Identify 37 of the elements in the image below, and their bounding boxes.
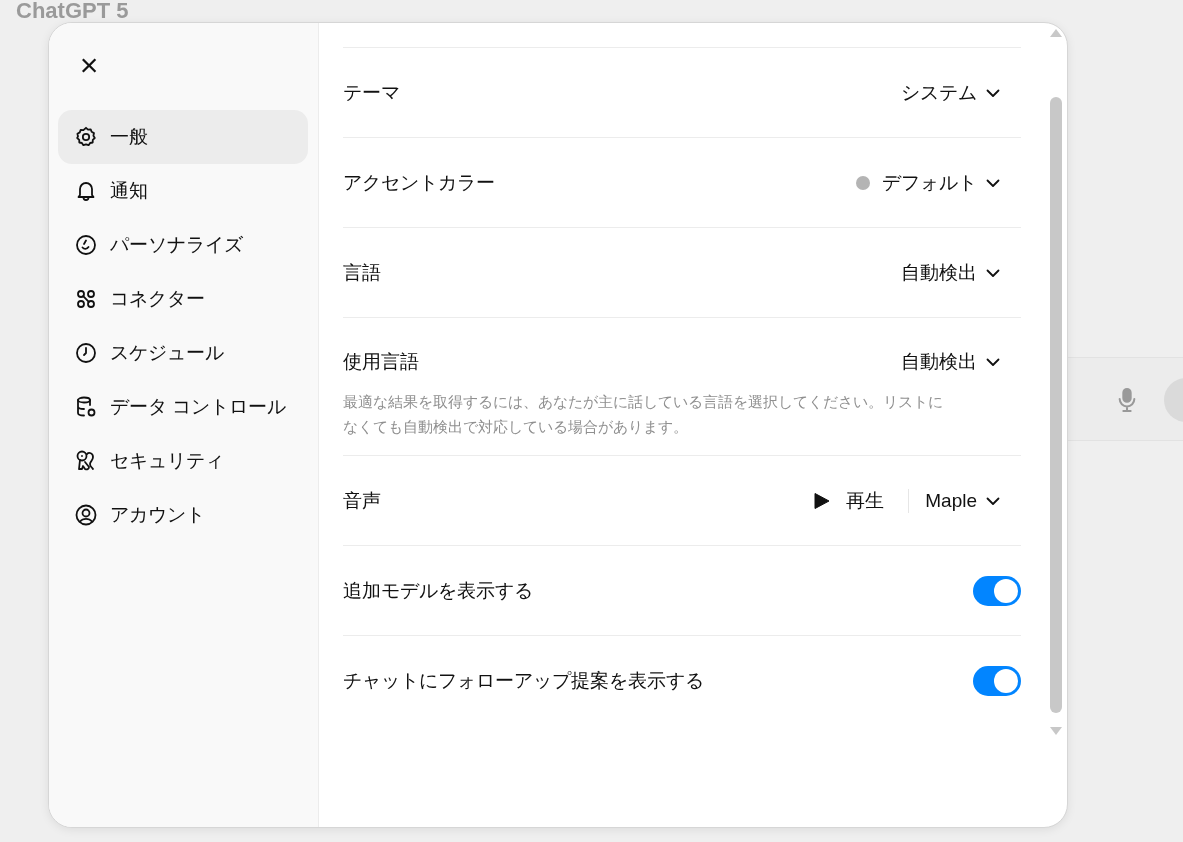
toggle-switch[interactable] <box>973 665 1021 696</box>
sidebar-item[interactable]: アカウント <box>58 488 308 542</box>
gear-icon <box>74 125 98 149</box>
sidebar-item[interactable]: セキュリティ <box>58 434 308 488</box>
dropdown-button[interactable]: 自動検出 <box>893 255 1021 290</box>
sidebar-item[interactable]: データ コントロール <box>58 380 308 434</box>
dropdown-button[interactable]: システム <box>893 75 1021 110</box>
play-icon <box>814 491 831 510</box>
setting-description: 最適な結果を取得するには、あなたが主に話している言語を選択してください。リストになくても自動検出で対応している場合があります。 <box>343 392 943 437</box>
setting-label: アクセントカラー <box>343 170 495 195</box>
microphone-icon <box>1116 386 1138 414</box>
setting-label: テーマ <box>343 80 400 105</box>
scroll-down-icon[interactable] <box>1050 727 1062 735</box>
dropdown-button[interactable]: デフォルト <box>848 165 1021 200</box>
sidebar-item[interactable]: コネクター <box>58 272 308 326</box>
background-title: ChatGPT 5 <box>16 0 129 22</box>
scroll-up-icon[interactable] <box>1050 29 1062 37</box>
smile-icon <box>74 233 98 257</box>
setting-label: チャットにフォローアップ提案を表示する <box>343 668 704 693</box>
database-icon <box>74 395 98 419</box>
sidebar-item[interactable]: スケジュール <box>58 326 308 380</box>
sidebar-item[interactable]: 一般 <box>58 110 308 164</box>
clock-icon <box>74 341 98 365</box>
scrollbar-thumb[interactable] <box>1050 97 1062 713</box>
sidebar-item[interactable]: パーソナライズ <box>58 218 308 272</box>
setting-label: 追加モデルを表示する <box>343 578 533 603</box>
toggle-switch[interactable] <box>973 575 1021 606</box>
user-icon <box>74 503 98 527</box>
play-button[interactable]: 再生 <box>806 483 909 518</box>
sidebar-item[interactable]: 通知 <box>58 164 308 218</box>
dropdown-button[interactable]: Maple <box>917 485 1021 516</box>
setting-label: 使用言語 <box>343 350 419 374</box>
dropdown-button[interactable]: 自動検出 <box>893 345 1021 379</box>
setting-label: 音声 <box>343 488 381 513</box>
close-button[interactable]: × <box>71 47 107 83</box>
setting-label: 言語 <box>343 260 381 285</box>
nodes-icon <box>74 287 98 311</box>
